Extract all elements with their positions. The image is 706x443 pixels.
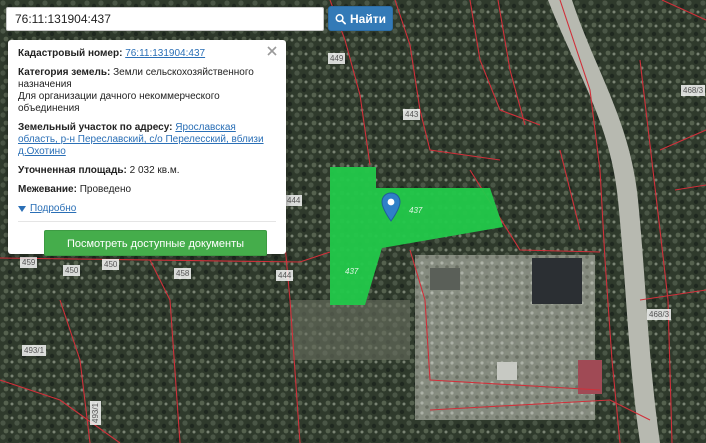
- address-row: Земельный участок по адресу: Ярославская…: [18, 122, 276, 158]
- map-label: 450: [102, 259, 120, 270]
- survey-value: Проведено: [79, 184, 132, 195]
- details-toggle[interactable]: Подробно: [18, 203, 276, 215]
- close-icon[interactable]: [266, 45, 278, 57]
- parcel-info-popup: Кадастровый номер: 76:11:131904:437 Кате…: [8, 40, 286, 256]
- area-label: Уточненная площадь:: [18, 165, 127, 176]
- area-row: Уточненная площадь: 2 032 кв.м.: [18, 165, 276, 177]
- find-button[interactable]: Найти: [328, 6, 393, 31]
- survey-row: Межевание: Проведено: [18, 184, 276, 196]
- map-label: 450: [63, 265, 81, 276]
- divider: [18, 221, 276, 222]
- map-label: 468/3: [647, 309, 672, 320]
- map-label: 444: [285, 195, 303, 206]
- map-label: 444: [276, 270, 294, 281]
- map-label: 459: [20, 257, 38, 268]
- cadastral-row: Кадастровый номер: 76:11:131904:437: [18, 48, 276, 60]
- land-use-value: Для организации дачного некоммерческого …: [18, 91, 220, 114]
- map-label: 458: [174, 268, 192, 279]
- map-label: 493/1: [90, 400, 101, 425]
- map-label: 437: [409, 206, 423, 215]
- category-row: Категория земель: Земли сельскохозяйстве…: [18, 67, 276, 115]
- map-label: 449: [328, 53, 346, 64]
- find-button-label: Найти: [350, 11, 386, 26]
- survey-label: Межевание:: [18, 184, 77, 195]
- map-label: 468/3: [681, 85, 706, 96]
- map-marker-icon[interactable]: [381, 192, 401, 222]
- area-value: 2 032 кв.м.: [129, 165, 180, 176]
- map-label: 493/1: [22, 345, 47, 356]
- address-label: Земельный участок по адресу:: [18, 122, 173, 133]
- search-icon: [335, 13, 346, 24]
- cadastral-link[interactable]: 76:11:131904:437: [125, 48, 205, 59]
- view-documents-button[interactable]: Посмотреть доступные документы: [44, 230, 267, 256]
- search-input[interactable]: [6, 7, 324, 31]
- caret-down-icon: [18, 206, 26, 212]
- details-link[interactable]: Подробно: [30, 203, 76, 215]
- map-label: 443: [403, 109, 421, 120]
- category-label: Категория земель:: [18, 67, 111, 78]
- map-label: 437: [345, 267, 359, 276]
- cadastral-label: Кадастровый номер:: [18, 48, 123, 59]
